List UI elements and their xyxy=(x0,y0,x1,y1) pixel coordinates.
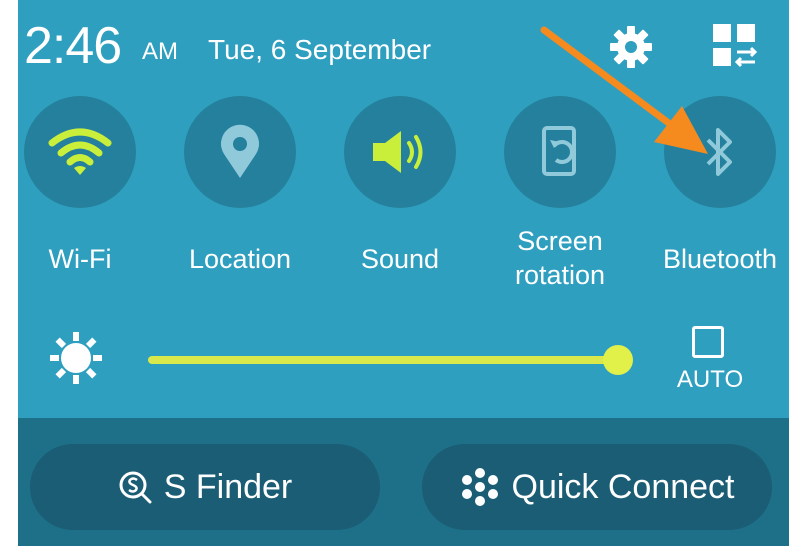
grid-edit-icon[interactable] xyxy=(711,22,759,70)
bluetooth-label: Bluetooth xyxy=(662,244,778,274)
wifi-label: Wi-Fi xyxy=(48,244,112,274)
screen-rotation-label: Screen rotation xyxy=(485,224,635,292)
search-s-icon xyxy=(119,471,152,504)
location-pin-icon xyxy=(221,124,259,178)
s-finder-button[interactable]: S Finder xyxy=(30,444,380,530)
date-label: Tue, 6 September xyxy=(208,34,432,65)
brightness-sun-icon xyxy=(50,332,102,384)
wifi-toggle[interactable] xyxy=(24,96,136,208)
quick-connect-button[interactable]: Quick Connect xyxy=(422,444,772,530)
quick-settings-panel: 2:46 AM Tue, 6 September Wi-Fi Location … xyxy=(18,0,789,546)
brightness-slider-thumb[interactable] xyxy=(603,345,634,375)
location-label: Location xyxy=(188,244,292,274)
annotation-arrow-icon xyxy=(540,26,708,154)
speaker-icon xyxy=(373,131,423,173)
wifi-icon xyxy=(48,128,112,175)
brightness-slider[interactable] xyxy=(148,356,628,364)
clock-ampm: AM xyxy=(142,38,178,65)
s-finder-label: S Finder xyxy=(163,467,293,506)
auto-brightness-checkbox[interactable] xyxy=(692,326,724,358)
screen-rotation-label-line2: rotation xyxy=(514,260,606,290)
quick-connect-icon xyxy=(461,468,498,506)
screen-rotation-label-line1: Screen xyxy=(517,226,603,256)
sound-toggle[interactable] xyxy=(344,96,456,208)
clock-time: 2:46 xyxy=(24,17,122,75)
sound-label: Sound xyxy=(360,244,440,274)
auto-brightness-label: AUTO xyxy=(676,366,744,393)
quick-connect-label: Quick Connect xyxy=(511,467,735,506)
location-toggle[interactable] xyxy=(184,96,296,208)
